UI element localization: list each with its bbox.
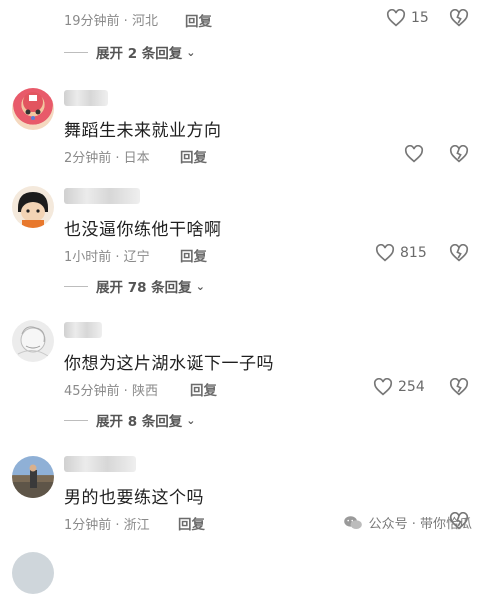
comment-meta: 19分钟前 · 河北 bbox=[64, 14, 158, 29]
watermark-text: 公众号 · 带你恰瓜 bbox=[368, 517, 472, 532]
expand-replies-button[interactable]: 展开 78 条回复 ⌄ bbox=[64, 276, 205, 296]
comment-text: 男的也要练这个吗 bbox=[64, 488, 204, 508]
reply-button[interactable]: 回复 bbox=[185, 10, 212, 30]
heart-outline-icon bbox=[386, 9, 406, 27]
expand-label: 展开 78 条回复 bbox=[96, 280, 192, 296]
avatar[interactable] bbox=[12, 88, 54, 130]
divider bbox=[64, 285, 88, 287]
heart-outline-icon bbox=[373, 378, 393, 396]
comment-text: 也没逼你练他干啥啊 bbox=[64, 220, 222, 240]
username-blurred bbox=[64, 188, 140, 204]
avatar[interactable] bbox=[12, 186, 54, 228]
divider bbox=[64, 419, 88, 421]
reply-button[interactable]: 回复 bbox=[190, 379, 217, 399]
avatar[interactable] bbox=[12, 552, 54, 594]
reply-button[interactable]: 回复 bbox=[178, 513, 205, 533]
watermark: 公众号 · 带你恰瓜 bbox=[343, 513, 472, 532]
avatar[interactable] bbox=[12, 320, 54, 362]
dislike-button[interactable] bbox=[449, 8, 469, 31]
like-count: 15 bbox=[411, 10, 429, 26]
heart-outline-icon bbox=[375, 244, 395, 262]
chevron-down-icon: ⌄ bbox=[195, 279, 205, 293]
username-blurred bbox=[64, 456, 136, 472]
avatar[interactable] bbox=[12, 456, 54, 498]
like-button[interactable]: 815 bbox=[375, 244, 427, 262]
wechat-icon bbox=[343, 515, 362, 529]
avatar-image bbox=[18, 192, 48, 228]
comment-text: 你想为这片湖水诞下一子吗 bbox=[64, 354, 274, 374]
dislike-button[interactable] bbox=[449, 377, 469, 400]
expand-replies-button[interactable]: 展开 2 条回复 ⌄ bbox=[64, 42, 196, 62]
dislike-button[interactable] bbox=[449, 144, 469, 167]
broken-heart-icon bbox=[449, 243, 469, 262]
avatar-image bbox=[17, 326, 49, 357]
broken-heart-icon bbox=[449, 144, 469, 163]
comment-meta: 1小时前 · 辽宁 bbox=[64, 250, 150, 265]
like-button[interactable] bbox=[404, 145, 429, 163]
comment-meta: 1分钟前 · 浙江 bbox=[64, 518, 150, 533]
like-button[interactable]: 254 bbox=[373, 378, 425, 396]
comment-meta: 2分钟前 · 日本 bbox=[64, 151, 150, 166]
like-count: 254 bbox=[398, 379, 425, 395]
like-count: 815 bbox=[400, 245, 427, 261]
username-blurred bbox=[64, 322, 102, 338]
reply-button[interactable]: 回复 bbox=[180, 146, 207, 166]
expand-label: 展开 2 条回复 bbox=[96, 46, 183, 62]
broken-heart-icon bbox=[449, 8, 469, 27]
username-blurred bbox=[64, 90, 108, 106]
comment-meta: 45分钟前 · 陕西 bbox=[64, 384, 158, 399]
like-button[interactable]: 15 bbox=[386, 9, 429, 27]
expand-label: 展开 8 条回复 bbox=[96, 414, 183, 430]
dislike-button[interactable] bbox=[449, 243, 469, 266]
reply-button[interactable]: 回复 bbox=[180, 245, 207, 265]
broken-heart-icon bbox=[449, 377, 469, 396]
avatar-image bbox=[12, 464, 54, 498]
divider bbox=[64, 51, 88, 53]
chevron-down-icon: ⌄ bbox=[186, 413, 196, 427]
comment-text: 舞蹈生未来就业方向 bbox=[64, 121, 222, 141]
avatar-image bbox=[23, 92, 43, 120]
chevron-down-icon: ⌄ bbox=[186, 45, 196, 59]
heart-outline-icon bbox=[404, 145, 424, 163]
expand-replies-button[interactable]: 展开 8 条回复 ⌄ bbox=[64, 410, 196, 430]
